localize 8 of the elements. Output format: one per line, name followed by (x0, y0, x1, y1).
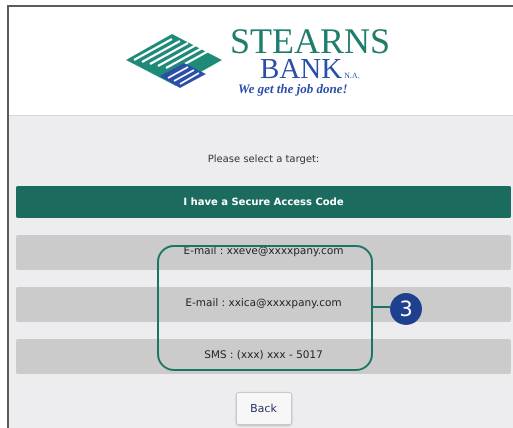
bank-name: STEARNS (230, 25, 390, 57)
prompt-text: Please select a target: (208, 153, 320, 167)
bank-suffix: N.A. (344, 71, 360, 80)
target-option-button[interactable]: SMS : (xxx) xxx - 5017 (16, 339, 511, 374)
bank-subname: BANK (260, 57, 342, 81)
access-code-button[interactable]: I have a Secure Access Code (16, 186, 511, 218)
tagline: We get the job done! (238, 81, 348, 97)
back-button[interactable]: Back (236, 392, 292, 425)
